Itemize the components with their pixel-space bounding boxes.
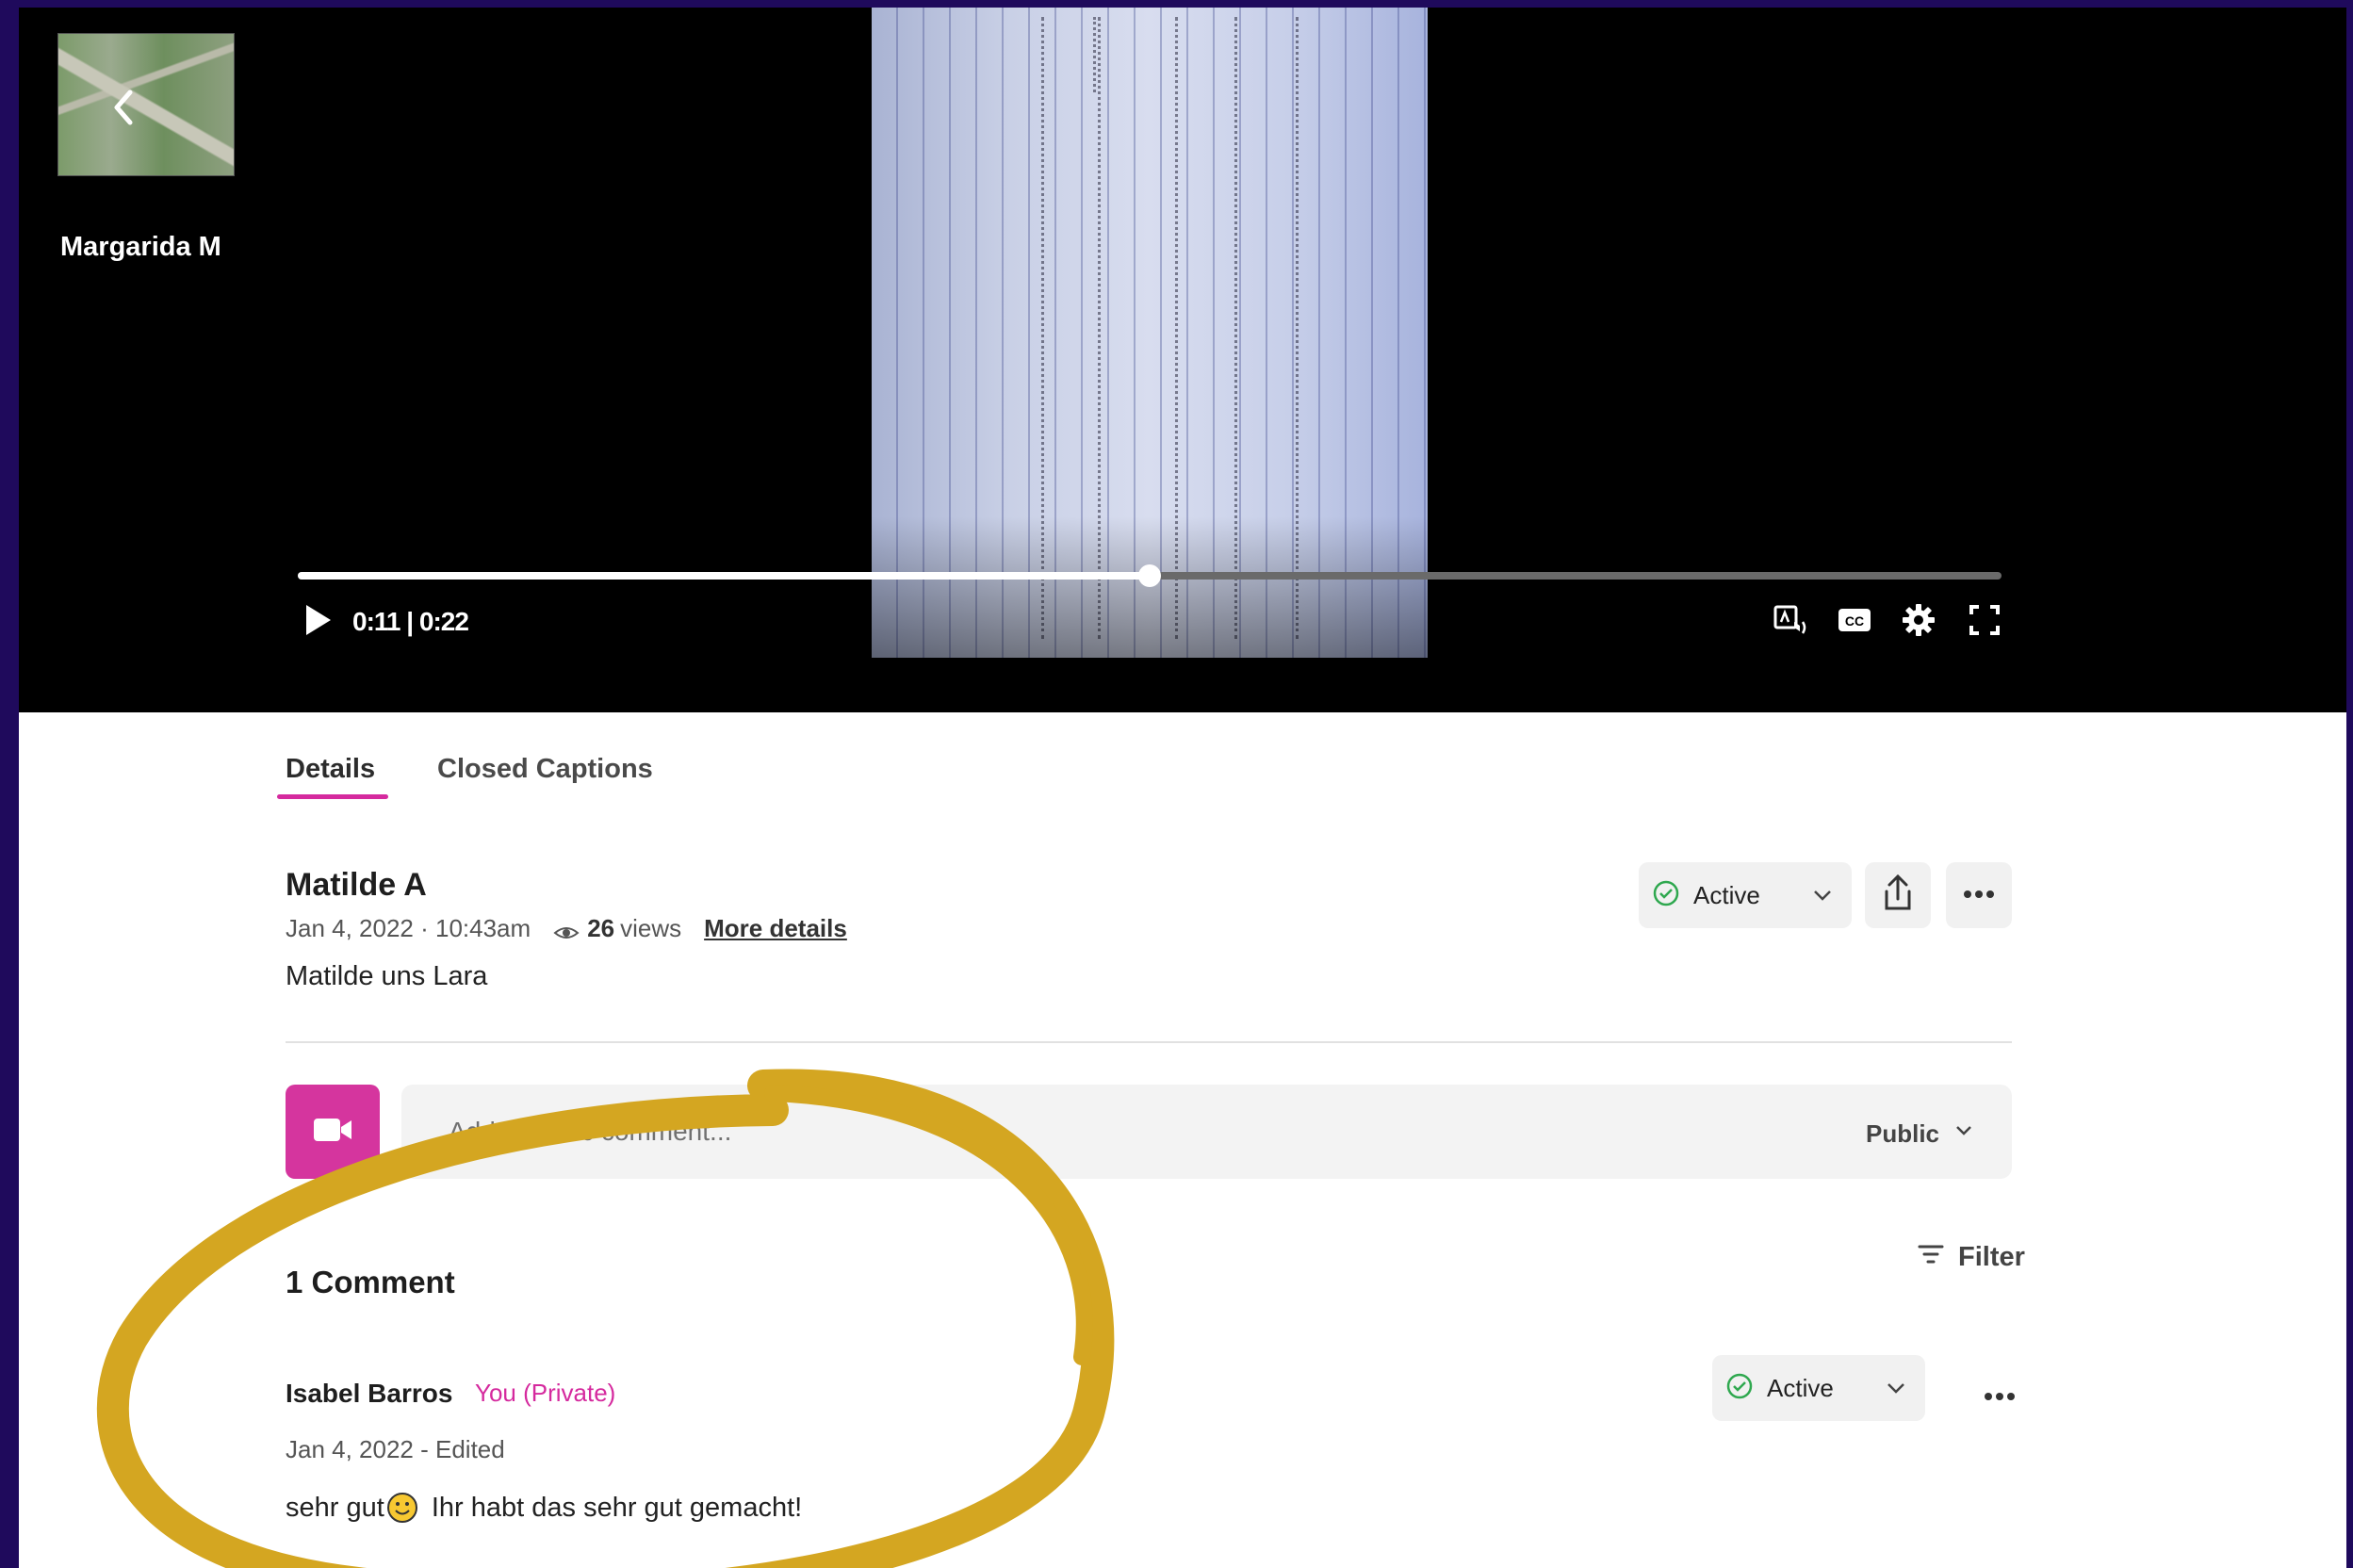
smiley-emoji-icon <box>386 1492 418 1524</box>
eye-icon <box>553 920 580 939</box>
audio-description-icon[interactable] <box>1772 601 1809 639</box>
upload-date: Jan 4, 2022 · 10:43am <box>286 914 531 942</box>
views-label: views <box>620 914 682 942</box>
comment-author: Isabel Barros <box>286 1379 453 1408</box>
comment-status-dropdown[interactable]: Active <box>1712 1355 1925 1421</box>
chevron-down-icon <box>1810 883 1835 912</box>
comment-input[interactable] <box>401 1085 2012 1179</box>
tab-closed-captions[interactable]: Closed Captions <box>437 754 653 785</box>
filter-button[interactable]: Filter <box>1917 1242 2025 1273</box>
comment-count: 1 Comment <box>286 1265 455 1299</box>
video-camera-icon <box>312 1116 353 1149</box>
comment-text-end: Ihr habt das sehr gut gemacht! <box>423 1492 803 1523</box>
video-title: Matilde A <box>286 867 427 903</box>
video-meta: Jan 4, 2022 · 10:43am 26 views More deta… <box>286 914 847 943</box>
more-options-button[interactable] <box>1946 862 2012 928</box>
video-description: Matilde uns Lara <box>286 961 488 991</box>
play-icon[interactable] <box>302 601 335 639</box>
share-button[interactable] <box>1865 862 1931 928</box>
time-display: 0:11 | 0:22 <box>352 607 469 636</box>
uploader-name: Margarida M <box>60 232 221 262</box>
chevron-left-icon[interactable] <box>111 89 136 133</box>
chevron-down-icon <box>1953 1119 1975 1149</box>
views-count: 26 <box>587 914 615 942</box>
progress-bar[interactable] <box>298 564 2002 587</box>
comment-more-options-button[interactable] <box>1971 1383 2028 1412</box>
filter-label: Filter <box>1958 1242 2025 1272</box>
gear-icon[interactable] <box>1900 601 1937 639</box>
comment-status-label: Active <box>1767 1373 1834 1402</box>
video-gradient <box>872 516 1428 658</box>
tab-details[interactable]: Details <box>286 754 375 785</box>
check-circle-icon <box>1725 1372 1754 1405</box>
uploader-thumbnail[interactable] <box>57 33 235 176</box>
comment-visibility-label: Public <box>1866 1119 1940 1148</box>
video-status-dropdown[interactable]: Active <box>1639 862 1852 928</box>
comment-text: sehr gut Ihr habt das sehr gut gemacht! <box>286 1492 802 1524</box>
app-frame: Margarida M 0:11 | 0:22 CC Details Close… <box>19 8 2346 1568</box>
fullscreen-icon[interactable] <box>1966 601 2003 639</box>
comment-text-start: sehr gut <box>286 1492 384 1523</box>
closed-captions-icon[interactable]: CC <box>1836 601 1873 639</box>
filter-icon <box>1917 1242 1945 1273</box>
video-status-label: Active <box>1693 880 1760 909</box>
record-video-comment-button[interactable] <box>286 1085 380 1179</box>
video-frame <box>872 8 1428 658</box>
more-horizontal-icon <box>1984 1389 2016 1406</box>
comment-visibility-select[interactable]: Public <box>1866 1119 1975 1149</box>
svg-text:CC: CC <box>1845 613 1864 629</box>
share-icon <box>1879 873 1917 919</box>
more-details-link[interactable]: More details <box>704 914 847 943</box>
check-circle-icon <box>1652 879 1680 912</box>
chevron-down-icon <box>1884 1376 1908 1405</box>
tab-active-indicator <box>277 794 388 799</box>
video-player[interactable]: Margarida M 0:11 | 0:22 CC <box>19 8 2346 712</box>
comment-date: Jan 4, 2022 - Edited <box>286 1435 505 1463</box>
handwriting-line <box>1093 17 1116 92</box>
more-horizontal-icon <box>1963 887 1995 904</box>
progress-fill <box>298 572 1150 580</box>
comment-privacy-badge: You (Private) <box>475 1379 616 1407</box>
section-divider <box>286 1041 2012 1043</box>
progress-handle[interactable] <box>1138 564 1161 587</box>
